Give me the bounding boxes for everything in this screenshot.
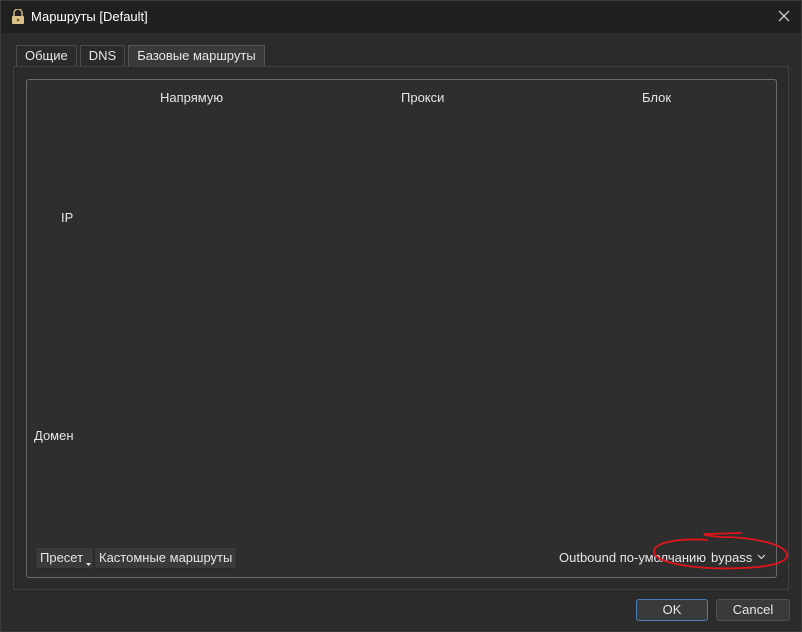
custom-routes-button[interactable]: Кастомные маршруты [94,547,238,569]
tab-panel: Напрямую Прокси Блок IP Домен Пресет Кас… [13,66,789,590]
close-button[interactable] [773,5,795,27]
column-header-direct: Напрямую [160,90,224,105]
routes-grid: Напрямую Прокси Блок IP Домен Пресет Кас… [26,79,777,578]
close-icon [778,10,790,22]
preset-button[interactable]: Пресет [35,547,95,569]
tab-dns[interactable]: DNS [79,45,126,67]
app-icon [12,9,24,24]
cancel-button[interactable]: Cancel [716,599,790,621]
column-header-block: Блок [642,90,672,105]
tab-general[interactable]: Общие [16,45,77,67]
tab-bar: Общие DNS Базовые маршруты [16,45,268,68]
dialog-window: Маршруты [Default] Общие DNS Базовые мар… [0,0,802,632]
outbound-select[interactable]: bypass [707,547,766,567]
title-bar: Маршруты [Default] [1,1,801,33]
row-label-ip: IP [61,210,74,225]
preset-label: Пресет [40,550,84,565]
dropdown-caret-icon [86,563,92,566]
outbound-value: bypass [711,549,753,565]
window-title: Маршруты [Default] [31,9,148,24]
chevron-down-icon [757,554,766,560]
column-header-proxy: Прокси [401,90,445,105]
tab-base-routes[interactable]: Базовые маршруты [128,45,265,68]
outbound-label: Outbound по-умолчанию [559,550,707,565]
ok-button[interactable]: OK [636,599,708,621]
row-label-domain: Домен [34,428,74,443]
